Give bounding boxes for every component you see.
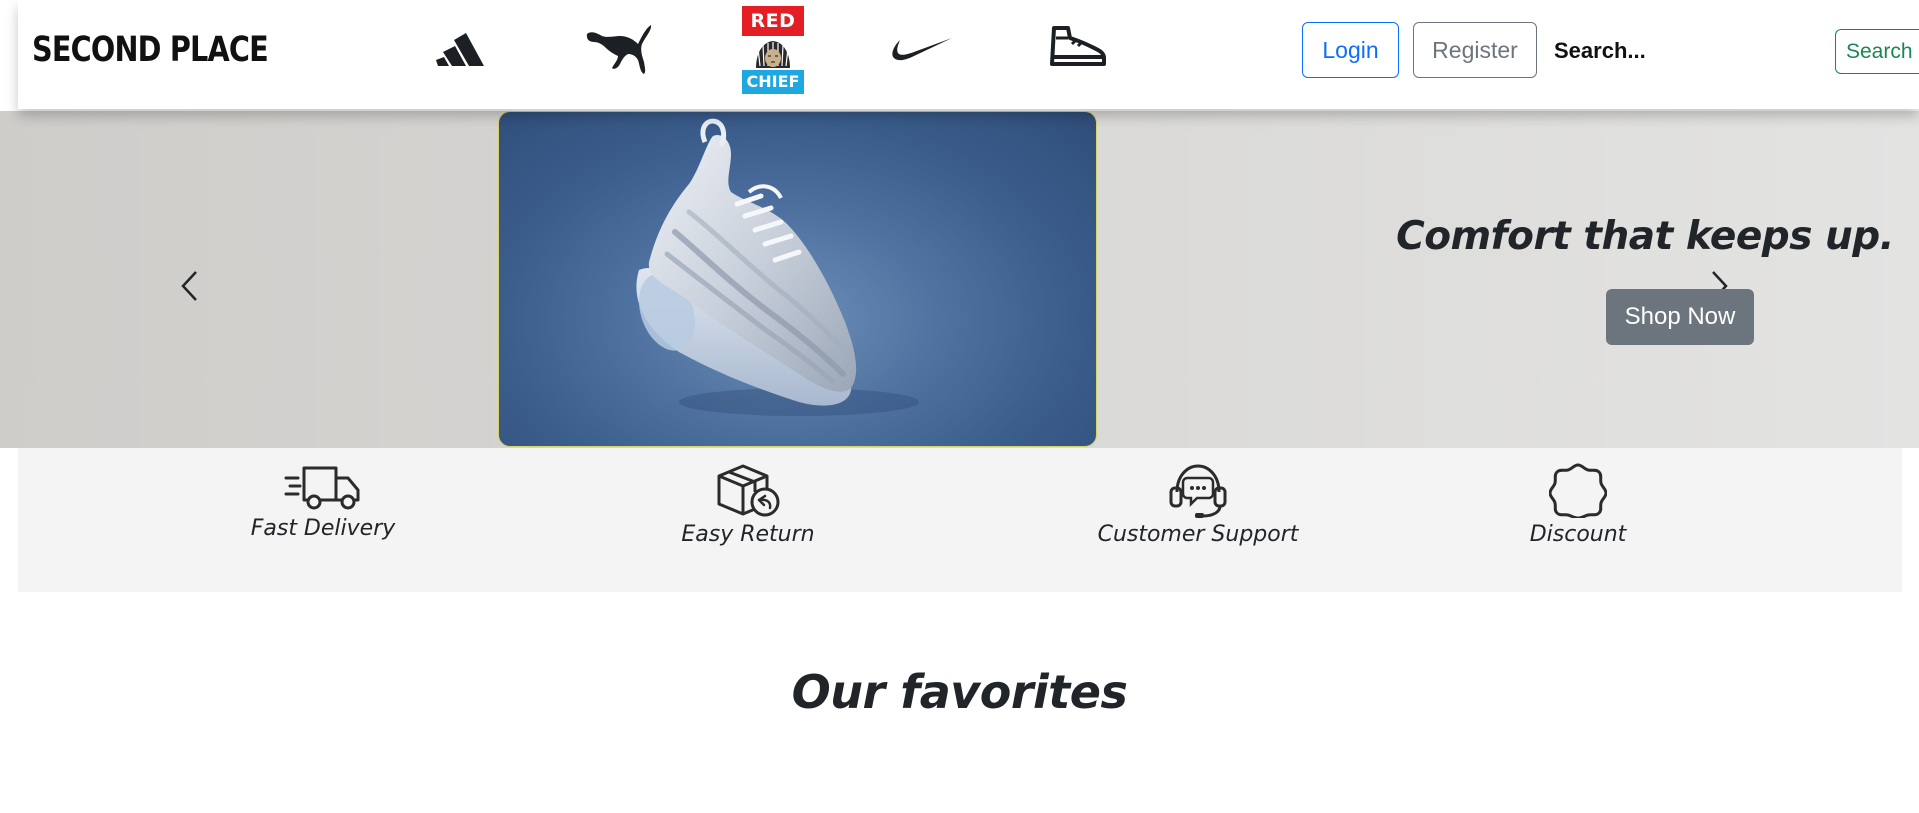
puma-logo[interactable] bbox=[584, 22, 654, 76]
hero-tagline: Comfort that keeps up. bbox=[1396, 214, 1894, 259]
adidas-logo[interactable] bbox=[436, 28, 498, 68]
red-chief-logo[interactable]: RED CHIEF bbox=[742, 6, 804, 94]
section-title: Our favorites bbox=[791, 665, 1128, 719]
return-box-icon bbox=[715, 462, 781, 522]
headset-support-icon bbox=[1167, 462, 1229, 524]
shop-now-button[interactable]: Shop Now bbox=[1606, 289, 1754, 345]
chevron-left-icon[interactable] bbox=[170, 266, 210, 306]
feature-label: Easy Return bbox=[681, 522, 815, 547]
brand-name[interactable]: SECOND PLACE bbox=[32, 30, 269, 70]
feature-easy-return: Easy Return bbox=[658, 448, 838, 592]
sneaker-icon[interactable] bbox=[1048, 24, 1108, 74]
feature-label: Discount bbox=[1529, 522, 1627, 547]
red-chief-text-bottom: CHIEF bbox=[742, 70, 804, 94]
hero-carousel: Comfort that keeps up. Shop Now bbox=[0, 111, 1919, 448]
nike-swoosh-logo[interactable] bbox=[888, 34, 954, 64]
search-button[interactable]: Search bbox=[1835, 29, 1919, 74]
delivery-truck-icon bbox=[284, 462, 362, 516]
hero-sneaker-image bbox=[498, 111, 1097, 447]
feature-label: Fast Delivery bbox=[250, 516, 396, 541]
feature-fast-delivery: Fast Delivery bbox=[238, 448, 408, 592]
navbar: SECOND PLACE RED CHIEF Login Register Se… bbox=[18, 0, 1919, 109]
red-chief-text-top: RED bbox=[742, 6, 804, 36]
features-strip: Fast Delivery Easy Return Customer Suppo… bbox=[18, 448, 1902, 592]
feature-customer-support: Customer Support bbox=[1073, 448, 1323, 592]
discount-badge-icon bbox=[1548, 462, 1608, 522]
chief-head-icon bbox=[742, 36, 804, 70]
register-button[interactable]: Register bbox=[1413, 22, 1537, 78]
search-input[interactable] bbox=[1554, 26, 1834, 76]
feature-label: Customer Support bbox=[1097, 522, 1299, 547]
login-button[interactable]: Login bbox=[1302, 22, 1399, 78]
feature-discount: Discount bbox=[1498, 448, 1658, 592]
